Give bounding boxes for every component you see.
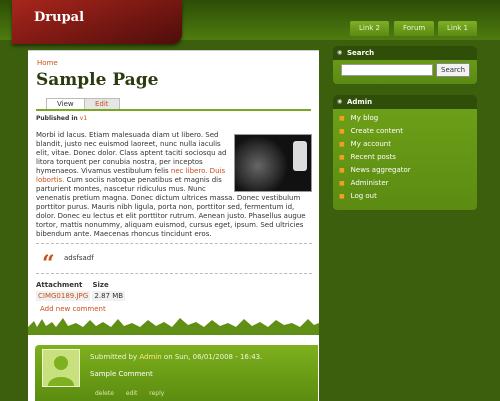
steering-wheel-photo (234, 134, 312, 192)
comment-reply-link[interactable]: reply (149, 390, 164, 397)
grass-decoration (28, 318, 319, 335)
attachments-header: Attachment Size (36, 281, 109, 289)
comment-actions: delete edit reply (95, 390, 174, 397)
search-input[interactable] (341, 64, 433, 76)
page-body: Morbi id lacus. Etiam malesuada diam ut … (36, 131, 312, 239)
user-avatar-icon (42, 349, 80, 387)
page-title: Sample Page (36, 70, 159, 90)
attachment-file-link[interactable]: CIMG0189.JPG (36, 291, 91, 301)
published-label: Published in (36, 115, 78, 122)
divider (36, 273, 312, 274)
site-name[interactable]: Drupal (12, 0, 182, 44)
comment-meta-prefix: Submitted by (90, 353, 138, 361)
comment-meta: Submitted by Admin on Sun, 06/01/2008 - … (90, 353, 262, 361)
comment-delete-link[interactable]: delete (95, 390, 114, 397)
admin-item-my-account[interactable]: My account (339, 140, 391, 148)
divider (36, 243, 312, 244)
breadcrumb[interactable]: Home (37, 59, 58, 67)
search-block: Search Search (333, 46, 477, 84)
search-button[interactable]: Search (436, 63, 471, 77)
comment-text: Sample Comment (90, 370, 153, 378)
comment-date: on Sun, 06/01/2008 - 16:43. (163, 353, 263, 361)
attachment-column-header: Attachment (36, 281, 83, 289)
published-in: Published in v1 (36, 115, 87, 122)
admin-item-administer[interactable]: Administer (339, 179, 389, 187)
tab-link-1[interactable]: Link 1 (438, 21, 478, 36)
comment-author-link[interactable]: Admin (139, 353, 161, 361)
admin-item-create-content[interactable]: Create content (339, 127, 403, 135)
admin-item-my-blog[interactable]: My blog (339, 114, 379, 122)
admin-item-recent-posts[interactable]: Recent posts (339, 153, 396, 161)
tab-link-2[interactable]: Link 2 (350, 21, 390, 36)
admin-block: Admin My blog Create content My account … (333, 95, 477, 210)
attachment-row: CIMG0189.JPG 2.87 MB (36, 291, 126, 301)
attachment-size: 2.87 MB (92, 291, 126, 301)
main-content: Home Sample Page View Edit Published in … (28, 50, 319, 401)
published-term[interactable]: v1 (80, 115, 87, 122)
header-bar: Drupal Link 2 Forum Link 1 (0, 0, 500, 44)
comment: Submitted by Admin on Sun, 06/01/2008 - … (35, 345, 318, 401)
comment-edit-link[interactable]: edit (126, 390, 138, 397)
admin-block-title: Admin (333, 95, 477, 109)
tab-forum[interactable]: Forum (394, 21, 435, 36)
search-block-title: Search (333, 46, 477, 60)
admin-item-log-out[interactable]: Log out (339, 192, 377, 200)
tab-divider (36, 109, 311, 111)
admin-item-news-aggregator[interactable]: News aggregator (339, 166, 411, 174)
quote-text: adsfsadf (64, 254, 94, 262)
add-comment-link[interactable]: Add new comment (40, 305, 106, 313)
size-column-header: Size (92, 281, 109, 289)
